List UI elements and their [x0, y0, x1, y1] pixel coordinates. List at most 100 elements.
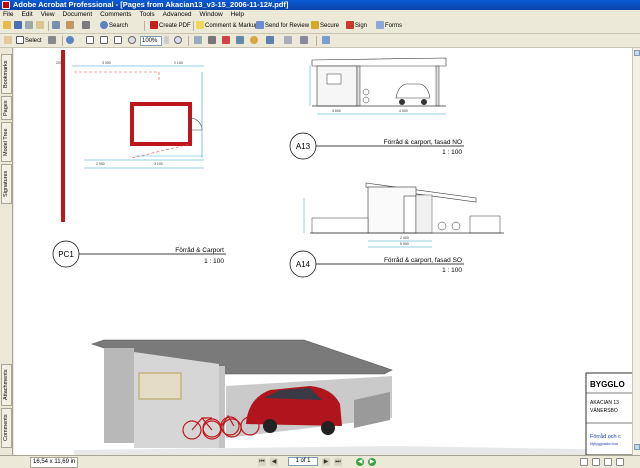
continuous-facing-button[interactable] [616, 458, 624, 466]
secure-button[interactable]: Secure [311, 21, 339, 31]
email-button[interactable] [36, 21, 45, 31]
menu-window[interactable]: Window [197, 10, 226, 19]
view-title-a13: Förråd & carport, fasad NO [384, 138, 462, 146]
car-outline [395, 83, 431, 99]
sign-button[interactable]: Sign [346, 21, 367, 31]
fit-width-icon [114, 36, 122, 45]
attach-button[interactable] [82, 21, 91, 31]
navigation-panel: Bookmarks Pages Model Tree Signatures At… [0, 48, 13, 455]
acrobat-app-icon [2, 1, 10, 9]
scroll-down-button[interactable] [634, 444, 640, 450]
organizer-icon [66, 21, 74, 30]
loupe-icon [250, 36, 258, 45]
print-button[interactable] [25, 21, 34, 31]
back-view-button[interactable]: ◀ [356, 458, 364, 466]
rotate-button[interactable] [194, 36, 203, 46]
previous-page-button[interactable]: ◀ [270, 458, 278, 466]
forward-view-button[interactable]: ▶ [368, 458, 376, 466]
first-page-button[interactable]: ⏮ [258, 458, 266, 466]
scroll-up-button[interactable] [634, 50, 640, 56]
window-titlebar: Adobe Acrobat Professional - [Pages from… [0, 0, 640, 10]
zoom-dropdown[interactable] [164, 36, 170, 46]
file-toolbar: Search Create PDF Comment & Markup Send … [0, 19, 640, 34]
open-button[interactable] [3, 21, 12, 31]
menu-comments[interactable]: Comments [97, 10, 134, 19]
continuous-button[interactable] [592, 458, 600, 466]
zoom-in-button[interactable] [174, 36, 183, 46]
dim-label: 200 [56, 61, 62, 65]
create-pdf-button[interactable]: Create PDF [150, 21, 191, 31]
zoom-tool-button[interactable] [66, 36, 75, 46]
next-page-button[interactable]: ▶ [322, 458, 330, 466]
measure-button[interactable] [222, 36, 231, 46]
comment-markup-label: Comment & Markup [205, 23, 259, 29]
search-button[interactable]: Search [100, 21, 128, 31]
layers-button[interactable] [266, 36, 275, 46]
last-page-button[interactable]: ⏭ [334, 458, 342, 466]
zoom-out-button[interactable] [128, 36, 137, 46]
window-title: Adobe Acrobat Professional - [Pages from… [13, 0, 289, 9]
create-pdf-label: Create PDF [159, 23, 191, 29]
menu-advanced[interactable]: Advanced [160, 10, 195, 19]
tab-attachments[interactable]: Attachments [1, 364, 12, 406]
send-review-button[interactable]: Send for Review [256, 21, 309, 31]
dim-label: 5 900 [400, 242, 409, 246]
menu-edit[interactable]: Edit [18, 10, 35, 19]
titleblock-line4: Förråd och c [590, 433, 621, 440]
tab-bookmarks[interactable]: Bookmarks [1, 54, 12, 94]
view-mode-button[interactable] [284, 36, 293, 46]
tasks-button[interactable] [322, 36, 331, 46]
select-tool-button[interactable]: Select [16, 36, 42, 46]
actual-size-button[interactable] [86, 36, 95, 46]
menu-tools[interactable]: Tools [137, 10, 158, 19]
menu-view[interactable]: View [38, 10, 58, 19]
page-size-readout: 16,54 x 11,69 in [30, 457, 79, 468]
fit-page-icon [100, 36, 108, 45]
loupe-button[interactable] [250, 36, 259, 46]
zoom-level-input[interactable]: 100% [140, 36, 162, 46]
create-pdf-icon [150, 21, 158, 30]
tab-comments[interactable]: Comments [1, 408, 12, 448]
separator [144, 21, 145, 31]
tab-pages[interactable]: Pages [1, 96, 12, 120]
fit-width-button[interactable] [114, 36, 123, 46]
navigation-toolbar: Select 100% [0, 34, 640, 48]
perspective-rendering [74, 339, 632, 455]
edit-button[interactable] [52, 21, 61, 31]
chevron-down-icon [164, 36, 169, 45]
print-icon [25, 21, 33, 30]
save-button[interactable] [14, 21, 23, 31]
single-page-button[interactable] [580, 458, 588, 466]
elevation-a13: 3 500 4 900 A13 Förråd & carport, fasad … [289, 57, 464, 160]
menu-help[interactable]: Help [228, 10, 247, 19]
page-layout-icon [284, 36, 292, 45]
fullscreen-button[interactable] [300, 36, 309, 46]
organizer-button[interactable] [66, 21, 75, 31]
forms-button[interactable]: Forms [376, 21, 402, 31]
hand-icon [4, 36, 12, 45]
layers-icon [266, 36, 274, 45]
view-scale-a13: 1 : 100 [442, 149, 462, 156]
fit-page-button[interactable] [100, 36, 109, 46]
comment-markup-button[interactable]: Comment & Markup [196, 21, 258, 31]
menu-document[interactable]: Document [60, 10, 96, 19]
hand-tool-button[interactable] [4, 36, 13, 46]
pan-zoom-button[interactable] [236, 36, 245, 46]
vertical-scrollbar[interactable] [632, 48, 640, 455]
crop-button[interactable] [208, 36, 217, 46]
dim-label: 3 500 [332, 109, 341, 113]
tab-signatures[interactable]: Signatures [1, 164, 12, 204]
document-canvas[interactable]: 200 3 300 2 100 2 900 3 100 PC1 Förråd &… [14, 48, 632, 455]
tab-model-tree[interactable]: Model Tree [1, 122, 12, 162]
post [356, 65, 361, 107]
menu-file[interactable]: File [0, 10, 16, 19]
page-number-input[interactable]: 1 of 1 [288, 457, 318, 466]
snapshot-button[interactable] [48, 36, 57, 46]
view-code-a13: A13 [296, 142, 311, 151]
secure-label: Secure [320, 23, 340, 29]
facing-button[interactable] [604, 458, 612, 466]
status-bar: 16,54 x 11,69 in ⏮ ◀ 1 of 1 ▶ ⏭ ◀ ▶ [0, 455, 640, 468]
email-icon [36, 21, 44, 30]
comment-icon [196, 21, 204, 30]
zoom-out-icon [128, 36, 136, 45]
